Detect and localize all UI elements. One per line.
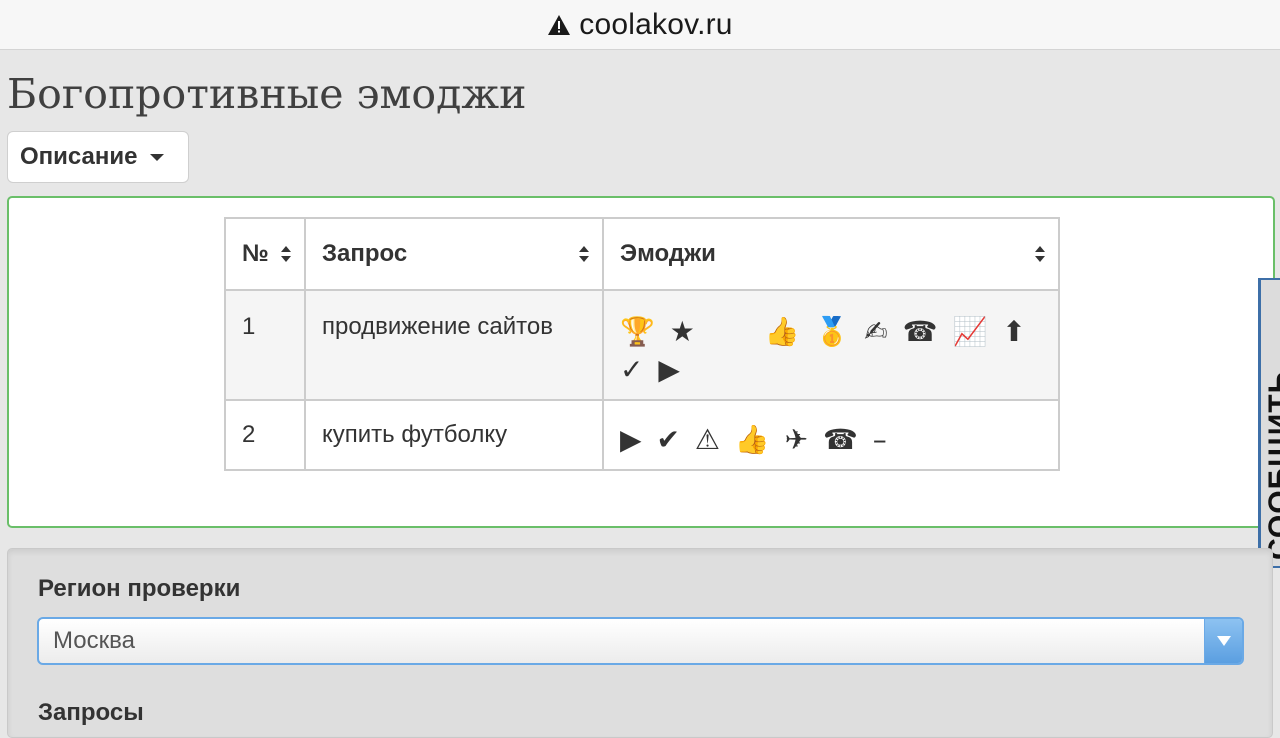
select-arrow-button[interactable]: [1204, 619, 1242, 663]
dash-icon: –: [872, 423, 887, 456]
description-button-label: Описание: [20, 143, 138, 170]
sort-icon: [281, 246, 291, 262]
results-panel: № Запрос Эмоджи 1 продвижение сайтов 🏆 ★…: [7, 196, 1275, 528]
telephone-icon: ☎: [902, 315, 938, 348]
up-arrow-icon: ⬆: [1002, 315, 1026, 348]
column-header-num-label: №: [242, 240, 269, 267]
table-row: 1 продвижение сайтов 🏆 ★ 👍 🥇 ✍ ☎ 📈 ⬆ ✓ ▶: [224, 289, 1060, 401]
region-select-value: Москва: [53, 627, 135, 654]
writing-hand-icon: ✍: [864, 315, 888, 348]
row-number: 2: [224, 399, 306, 471]
check-mark-icon: ✓: [620, 353, 644, 386]
warning-sign-icon: ⚠: [694, 423, 720, 456]
emoji-results-table: № Запрос Эмоджи 1 продвижение сайтов 🏆 ★…: [224, 217, 1060, 471]
play-button-icon: ▶: [620, 423, 642, 456]
queries-label: Запросы: [38, 699, 144, 726]
caret-down-icon: [149, 153, 164, 161]
feedback-side-tab-label: СООБЩИТЬ: [1263, 370, 1280, 560]
play-icon: ▶: [658, 353, 680, 386]
chevron-down-icon: [1216, 636, 1231, 646]
row-emojis: ▶ ✔ ⚠ 👍 ✈ ☎ –: [602, 399, 1060, 471]
table-row: 2 купить футболку ▶ ✔ ⚠ 👍 ✈ ☎ –: [224, 399, 1060, 471]
warning-icon: [548, 14, 571, 35]
row-query: купить футболку: [304, 399, 604, 471]
airplane-icon: ✈: [784, 423, 809, 456]
gold-medal-icon: 🥇: [814, 315, 850, 348]
feedback-side-tab[interactable]: СООБЩИТЬ: [1258, 278, 1280, 568]
sort-icon: [579, 246, 589, 262]
description-dropdown-button[interactable]: Описание: [7, 131, 189, 183]
column-header-emoji-label: Эмоджи: [620, 240, 716, 267]
row-emojis: 🏆 ★ 👍 🥇 ✍ ☎ 📈 ⬆ ✓ ▶: [602, 289, 1060, 401]
browser-address-bar[interactable]: coolakov.ru: [0, 0, 1280, 50]
column-header-query-label: Запрос: [322, 240, 408, 267]
page-title: Богопротивные эмоджи: [7, 70, 527, 118]
row-number: 1: [224, 289, 306, 401]
thumbs-up-icon: 👍: [734, 423, 770, 456]
column-header-num[interactable]: №: [224, 217, 306, 291]
trophy-icon: 🏆: [620, 315, 655, 348]
heavy-check-icon: ✔: [656, 423, 680, 456]
chart-increasing-icon: 📈: [952, 315, 988, 348]
region-label: Регион проверки: [38, 575, 241, 602]
url-text: coolakov.ru: [579, 7, 733, 41]
region-select[interactable]: Москва: [37, 617, 1244, 665]
row-query: продвижение сайтов: [304, 289, 604, 401]
column-header-emoji[interactable]: Эмоджи: [602, 217, 1060, 291]
column-header-query[interactable]: Запрос: [304, 217, 604, 291]
telephone-icon: ☎: [823, 423, 858, 456]
thumbs-up-icon: 👍: [764, 315, 800, 348]
star-icon: ★: [669, 315, 695, 348]
sort-icon: [1035, 246, 1045, 262]
check-settings-panel: Регион проверки Москва Запросы: [7, 548, 1273, 738]
